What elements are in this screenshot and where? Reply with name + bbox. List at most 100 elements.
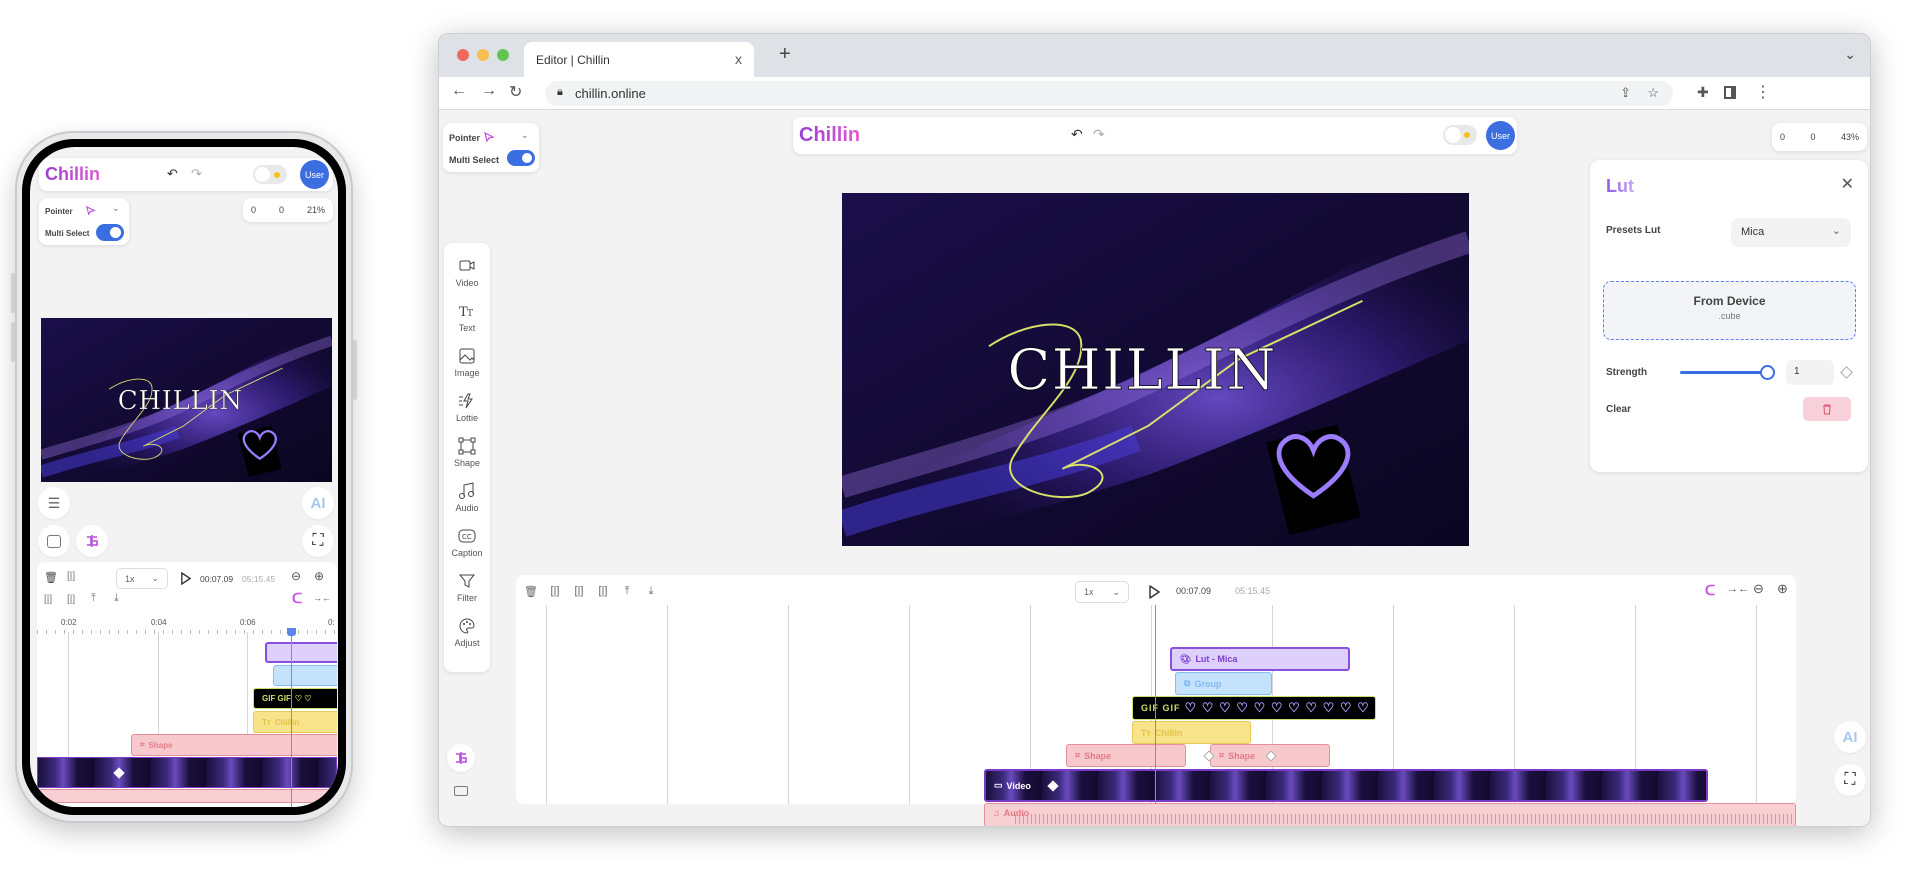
adjust-settings-button[interactable]: ☰ (38, 487, 70, 519)
redo-icon[interactable]: ↷ (1093, 126, 1105, 143)
keyframe-diamond-icon[interactable] (1265, 749, 1277, 762)
clip-group[interactable]: ⧉ Group (1175, 672, 1272, 695)
clip-gif[interactable]: GIF GIF ♡ ♡ ♡ ♡ ♡ ♡ ♡ ♡ ♡ ♡ ♡ ♡ (1132, 696, 1376, 720)
tool-image[interactable]: Image (444, 347, 490, 378)
redo-icon[interactable]: ↷ (191, 166, 202, 182)
keyframe-diamond-icon[interactable] (1840, 366, 1853, 379)
tool-filter[interactable]: Filter (444, 572, 490, 603)
playhead[interactable] (291, 630, 292, 807)
extensions-icon[interactable]: ✚ (1697, 84, 1709, 101)
share-icon[interactable]: ⇪ (1620, 85, 1631, 101)
magnet-snap-icon[interactable]: ᑕ (292, 590, 302, 607)
forward-icon[interactable]: → (481, 82, 497, 100)
clip-text[interactable]: Tт Chillin (253, 711, 337, 733)
clip-shape-2[interactable]: ⌗ Shape (1210, 744, 1330, 767)
tool-adjust[interactable]: Adjust (444, 617, 490, 648)
split-right-icon[interactable]: [|] (596, 585, 610, 598)
zoom-in-icon[interactable]: ⊕ (1777, 581, 1788, 597)
fit-timeline-icon[interactable]: →← (1727, 583, 1749, 595)
strength-input[interactable]: 1 (1786, 360, 1834, 385)
back-icon[interactable]: ← (451, 82, 467, 100)
close-panel-icon[interactable]: ✕ (1841, 174, 1854, 194)
ai-assistant-button[interactable]: AI (1834, 721, 1866, 753)
browser-menu-icon[interactable]: ⋮ (1755, 82, 1771, 102)
tool-video[interactable]: Video (444, 257, 490, 288)
user-avatar[interactable]: User (300, 160, 329, 189)
move-down-icon[interactable]: ⤓ (114, 592, 119, 605)
fullscreen-button[interactable]: ⛶ (302, 525, 334, 557)
clip-audio[interactable]: ♫ Audio (984, 803, 1796, 826)
browser-tab[interactable]: Editor | Chillin x (524, 42, 754, 77)
clip-video[interactable]: ▭ Video (984, 769, 1708, 802)
multi-select-toggle[interactable] (96, 224, 124, 241)
presets-lut-select[interactable]: Mica ⌄ (1731, 218, 1851, 247)
tool-shape[interactable]: Shape (444, 437, 490, 468)
strength-slider[interactable] (1680, 371, 1769, 374)
minimize-window-button[interactable] (477, 49, 489, 61)
reload-icon[interactable]: ↻ (509, 82, 522, 102)
clip-lut[interactable]: 🎨︎ Lut - Mica (1170, 647, 1350, 671)
magnet-snap-icon[interactable]: ᑕ (1705, 582, 1715, 599)
ai-assistant-button[interactable]: AI (302, 487, 334, 519)
play-icon[interactable] (180, 572, 191, 585)
fullscreen-button[interactable]: ⛶ (1834, 764, 1866, 796)
split-right-icon[interactable]: [|] (67, 594, 75, 605)
clip-group[interactable] (273, 665, 337, 686)
clip-audio[interactable] (37, 789, 337, 803)
split-left-icon[interactable]: [|] (572, 585, 586, 598)
side-panel-icon[interactable] (1724, 86, 1736, 99)
undo-icon[interactable]: ↶ (1071, 126, 1083, 143)
theme-toggle[interactable] (1443, 125, 1477, 145)
user-avatar[interactable]: User (1486, 121, 1515, 150)
pointer-icon[interactable] (85, 205, 96, 216)
fit-timeline-icon[interactable]: →← (313, 593, 331, 603)
zoom-level[interactable]: 43% (1841, 132, 1859, 142)
clip-video[interactable] (37, 757, 337, 788)
pointer-icon[interactable] (483, 131, 495, 143)
clip-shape-1[interactable]: ⌗ Shape (1066, 744, 1186, 767)
tool-audio[interactable]: Audio (444, 482, 490, 513)
move-up-icon[interactable]: ⤒ (91, 592, 96, 605)
playback-speed-select[interactable]: 1x ⌄ (1075, 581, 1129, 603)
play-icon[interactable] (1148, 585, 1160, 599)
zoom-in-icon[interactable]: ⊕ (314, 569, 324, 583)
move-up-icon[interactable]: ⤒ (620, 585, 634, 598)
clip-gif[interactable]: GIF GIF ♡ ♡ (253, 688, 337, 709)
keyboard-shortcuts-icon[interactable] (454, 786, 468, 796)
maximize-window-button[interactable] (497, 49, 509, 61)
pointer-chevron-icon[interactable]: ⌄ (112, 203, 120, 214)
strength-slider-handle[interactable] (1760, 365, 1775, 380)
close-window-button[interactable] (457, 49, 469, 61)
split-left-icon[interactable]: [|] (44, 594, 52, 605)
chillin-brand-button[interactable] (76, 525, 108, 557)
caption-button[interactable] (38, 525, 70, 557)
pointer-chevron-icon[interactable]: ⌄ (521, 130, 529, 141)
upload-from-device-dropzone[interactable]: From Device .cube (1603, 281, 1856, 340)
bookmark-star-icon[interactable]: ☆ (1647, 85, 1659, 101)
chillin-brand-button[interactable] (447, 744, 475, 772)
delete-icon[interactable]: 🗑︎ (44, 571, 58, 584)
tool-text[interactable]: T T Text (444, 302, 490, 333)
delete-icon[interactable]: 🗑︎ (524, 585, 538, 598)
zoom-level[interactable]: 21% (307, 205, 325, 215)
preview-canvas[interactable]: CHILLIN (842, 193, 1469, 546)
theme-toggle[interactable] (253, 165, 287, 184)
clear-lut-button[interactable] (1803, 397, 1851, 421)
move-down-icon[interactable]: ⤓ (644, 585, 658, 598)
tab-search-chevron-icon[interactable]: ⌄ (1844, 46, 1856, 63)
playhead[interactable] (1155, 605, 1156, 804)
zoom-out-icon[interactable]: ⊖ (291, 569, 301, 583)
playhead-handle[interactable] (287, 628, 296, 636)
tool-lottie[interactable]: Lottie (444, 392, 490, 423)
keyframe-diamond-icon[interactable] (1047, 779, 1059, 792)
tool-caption[interactable]: CC Caption (444, 527, 490, 558)
multi-select-toggle[interactable] (507, 150, 535, 166)
split-icon[interactable]: [|] (67, 571, 75, 582)
tab-close-icon[interactable]: x (735, 51, 742, 67)
split-icon[interactable]: [|] (548, 585, 562, 598)
undo-icon[interactable]: ↶ (167, 166, 178, 182)
url-input[interactable]: 🔒︎ chillin.online ⇪ ☆ (545, 81, 1673, 106)
clip-lut[interactable] (265, 642, 337, 663)
preview-canvas[interactable]: CHILLIN (41, 318, 332, 482)
new-tab-button[interactable]: + (779, 43, 791, 66)
